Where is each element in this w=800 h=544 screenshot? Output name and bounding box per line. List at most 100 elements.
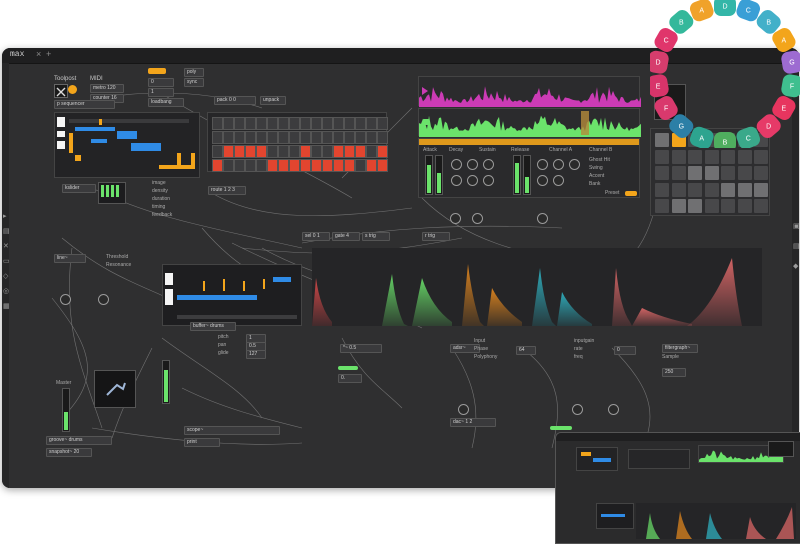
drum-step[interactable] — [300, 145, 311, 158]
fader-channel[interactable] — [162, 360, 170, 404]
drum-step[interactable] — [300, 131, 311, 144]
fader-master[interactable] — [62, 388, 70, 432]
mult-object[interactable]: *~ 0.5 — [340, 344, 382, 353]
drum-step[interactable] — [322, 117, 333, 130]
sequencer-object[interactable]: p sequencer — [54, 100, 115, 109]
drum-step[interactable] — [344, 131, 355, 144]
drum-step[interactable] — [267, 117, 278, 130]
kslider-keyboard[interactable] — [98, 182, 126, 204]
drum-step[interactable] — [355, 145, 366, 158]
drum-step[interactable] — [256, 117, 267, 130]
drum-grid[interactable] — [207, 112, 388, 172]
drum-step[interactable] — [234, 159, 245, 172]
drum-step[interactable] — [377, 145, 388, 158]
knob-11[interactable] — [553, 175, 564, 186]
scope-object[interactable]: scope~ — [184, 426, 280, 435]
bang-button-1[interactable] — [148, 68, 166, 74]
drum-step[interactable] — [366, 159, 377, 172]
drum-step[interactable] — [289, 117, 300, 130]
launch-pad[interactable] — [721, 199, 735, 213]
knob-10[interactable] — [537, 175, 548, 186]
drum-step[interactable] — [355, 131, 366, 144]
value-box-3[interactable]: 127 — [246, 350, 266, 359]
toolbar-icon-5[interactable]: ◇ — [3, 273, 8, 280]
value-box-5[interactable]: 0 — [614, 346, 636, 355]
color-ring-dial[interactable]: D C B A G F E D C B A G F E D C B A — [650, 0, 800, 148]
drum-step[interactable] — [223, 117, 234, 130]
launch-pad[interactable] — [721, 149, 735, 164]
drum-step[interactable] — [322, 159, 333, 172]
fader-decay[interactable] — [435, 155, 443, 195]
fader-release[interactable] — [523, 155, 531, 195]
drum-step[interactable] — [366, 117, 377, 130]
drum-step[interactable] — [245, 159, 256, 172]
launch-pad[interactable] — [671, 182, 686, 197]
preset-button[interactable] — [625, 191, 637, 196]
loop-icon[interactable] — [423, 119, 429, 125]
buffer-object[interactable]: buffer~ drums — [190, 322, 236, 331]
launch-pad[interactable] — [737, 166, 752, 180]
launch-pad[interactable] — [704, 166, 719, 180]
drum-step[interactable] — [278, 117, 289, 130]
launch-pad[interactable] — [655, 166, 669, 180]
knob-6[interactable] — [483, 175, 494, 186]
drum-step[interactable] — [333, 145, 344, 158]
groove-object[interactable]: groove~ drums — [46, 436, 112, 445]
launch-pad[interactable] — [704, 199, 719, 213]
launch-pad[interactable] — [655, 199, 669, 213]
launch-pad[interactable] — [671, 149, 686, 164]
drum-step[interactable] — [322, 145, 333, 158]
knob-9[interactable] — [569, 159, 580, 170]
route-object[interactable]: route 1 2 3 — [208, 186, 246, 195]
drum-step[interactable] — [234, 131, 245, 144]
value-box-6[interactable]: 250 — [662, 368, 686, 377]
drum-step[interactable] — [344, 145, 355, 158]
drum-step[interactable] — [256, 159, 267, 172]
launch-pad[interactable] — [754, 199, 768, 213]
drum-step[interactable] — [377, 159, 388, 172]
launch-pad[interactable] — [688, 182, 702, 197]
drum-step[interactable] — [300, 117, 311, 130]
btn-b[interactable]: 1 — [148, 88, 174, 97]
knob-row-3[interactable] — [537, 213, 548, 224]
ring-segment[interactable]: D — [714, 0, 736, 16]
kslider-label[interactable]: kslider — [62, 184, 96, 193]
drum-step[interactable] — [366, 145, 377, 158]
drum-step[interactable] — [212, 131, 223, 144]
launch-pad[interactable] — [721, 166, 735, 180]
knob-4[interactable] — [451, 175, 462, 186]
knob-left-2[interactable] — [60, 294, 71, 305]
drum-step[interactable] — [300, 159, 311, 172]
drum-step[interactable] — [377, 117, 388, 130]
drum-step[interactable] — [212, 117, 223, 130]
drum-step[interactable] — [311, 117, 322, 130]
drum-step[interactable] — [311, 159, 322, 172]
knob-bottom-1[interactable] — [572, 404, 583, 415]
drum-step[interactable] — [355, 117, 366, 130]
launch-pad[interactable] — [688, 149, 702, 164]
toolbar-icon-7[interactable]: ▦ — [3, 303, 10, 310]
drum-step[interactable] — [223, 131, 234, 144]
toolbar-icon-2[interactable]: ▤ — [3, 228, 10, 235]
ring-segment[interactable]: D — [650, 50, 670, 75]
print-object[interactable]: print — [184, 438, 220, 447]
drum-step[interactable] — [366, 131, 377, 144]
drum-step[interactable] — [333, 117, 344, 130]
launch-pad[interactable] — [754, 149, 768, 164]
fader-attack[interactable] — [425, 155, 433, 195]
loadbang-object[interactable]: loadbang — [148, 98, 184, 107]
knob-1[interactable] — [451, 159, 462, 170]
toolbar-icon-6[interactable]: ◎ — [3, 288, 9, 295]
drum-step[interactable] — [278, 131, 289, 144]
drum-step[interactable] — [333, 159, 344, 172]
knob-bottom-2[interactable] — [608, 404, 619, 415]
knob-3[interactable] — [483, 159, 494, 170]
mode-object[interactable]: poly — [184, 68, 204, 77]
drum-step[interactable] — [311, 145, 322, 158]
receive-object[interactable]: r trig — [422, 232, 450, 241]
ring-segment[interactable]: G — [780, 50, 800, 75]
metro-object[interactable]: metro 120 — [90, 84, 124, 93]
drum-step[interactable] — [212, 145, 223, 158]
knob-7[interactable] — [537, 159, 548, 170]
waveform-display-magenta[interactable] — [418, 76, 641, 107]
